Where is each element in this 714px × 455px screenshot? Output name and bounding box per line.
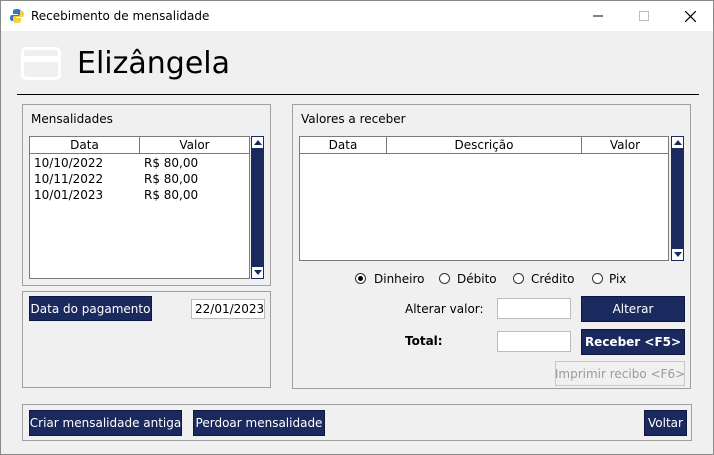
perdoar-mensalidade-button[interactable]: Perdoar mensalidade <box>193 410 325 436</box>
maximize-icon <box>639 11 649 21</box>
radio-label: Crédito <box>531 272 575 286</box>
row-date: 10/11/2022 <box>34 172 104 186</box>
scroll-down-arrow-icon[interactable] <box>672 249 683 260</box>
radio-button[interactable] <box>439 273 450 284</box>
total-label: Total: <box>405 334 443 348</box>
criar-mensalidade-antiga-button[interactable]: Criar mensalidade antiga <box>29 410 182 436</box>
radio-label: Débito <box>457 272 497 286</box>
row-date: 10/10/2022 <box>34 156 104 170</box>
mensalidades-label: Mensalidades <box>31 112 113 126</box>
imprimir-recibo-button[interactable]: Imprimir recibo <F6> <box>555 361 685 386</box>
scroll-up-arrow-icon[interactable] <box>672 137 683 148</box>
window-title: Recebimento de mensalidade <box>31 9 210 23</box>
radio-credito[interactable]: Crédito <box>513 271 577 287</box>
radio-label: Dinheiro <box>374 272 425 286</box>
radio-dinheiro[interactable]: Dinheiro <box>355 271 425 287</box>
radio-button-checked[interactable] <box>355 273 366 284</box>
python-app-icon <box>10 9 24 23</box>
mensalidades-list[interactable]: Data Valor 10/10/2022 R$ 80,00 10/11/202… <box>29 136 250 279</box>
data-pagamento-button[interactable]: Data do pagamento <box>29 296 152 321</box>
valores-group: Valores a receber Data Descrição Valor D… <box>292 104 691 389</box>
mensalidades-scrollbar[interactable] <box>251 136 264 279</box>
valores-label: Valores a receber <box>301 112 406 126</box>
row-date: 10/01/2023 <box>34 188 104 202</box>
radio-debito[interactable]: Débito <box>439 271 499 287</box>
alterar-button[interactable]: Alterar <box>581 296 685 322</box>
alterar-valor-label: Alterar valor: <box>405 302 484 316</box>
radio-button[interactable] <box>592 273 603 284</box>
credit-card-icon <box>21 47 61 80</box>
radio-button[interactable] <box>513 273 524 284</box>
app-window: Recebimento de mensalidade Elizângela Me… <box>0 0 714 455</box>
close-icon <box>684 10 696 22</box>
row-value: R$ 80,00 <box>144 156 199 170</box>
table-row[interactable]: 10/01/2023 R$ 80,00 <box>30 187 249 203</box>
pagamento-group: Data do pagamento 22/01/2023 <box>22 291 271 388</box>
customer-name: Elizângela <box>77 46 230 81</box>
maximize-button[interactable] <box>621 1 667 31</box>
scroll-up-arrow-icon[interactable] <box>252 137 263 148</box>
radio-pix[interactable]: Pix <box>592 271 632 287</box>
minimize-button[interactable] <box>575 1 621 31</box>
column-header-descricao[interactable]: Descrição <box>387 137 582 154</box>
column-header-data[interactable]: Data <box>300 137 387 154</box>
row-value: R$ 80,00 <box>144 188 199 202</box>
table-row[interactable]: 10/10/2022 R$ 80,00 <box>30 155 249 171</box>
voltar-button[interactable]: Voltar <box>644 410 687 436</box>
valores-list[interactable]: Data Descrição Valor <box>299 136 669 261</box>
title-bar[interactable]: Recebimento de mensalidade <box>1 1 713 31</box>
column-header-valor[interactable]: Valor <box>582 137 668 154</box>
receber-button[interactable]: Receber <F5> <box>581 329 685 355</box>
row-value: R$ 80,00 <box>144 172 199 186</box>
table-row[interactable]: 10/11/2022 R$ 80,00 <box>30 171 249 187</box>
alterar-valor-input[interactable] <box>497 298 571 319</box>
minimize-icon <box>593 15 603 17</box>
header-divider <box>17 94 699 95</box>
close-button[interactable] <box>667 1 713 31</box>
payment-date-field[interactable]: 22/01/2023 <box>191 299 265 319</box>
total-field[interactable] <box>497 331 571 352</box>
radio-label: Pix <box>609 272 627 286</box>
bottom-actions-group: Criar mensalidade antiga Perdoar mensali… <box>22 404 692 441</box>
scroll-down-arrow-icon[interactable] <box>252 267 263 278</box>
column-header-data[interactable]: Data <box>30 137 140 154</box>
column-header-valor[interactable]: Valor <box>140 137 249 154</box>
mensalidades-group: Mensalidades Data Valor 10/10/2022 R$ 80… <box>22 104 271 286</box>
valores-scrollbar[interactable] <box>671 136 684 261</box>
